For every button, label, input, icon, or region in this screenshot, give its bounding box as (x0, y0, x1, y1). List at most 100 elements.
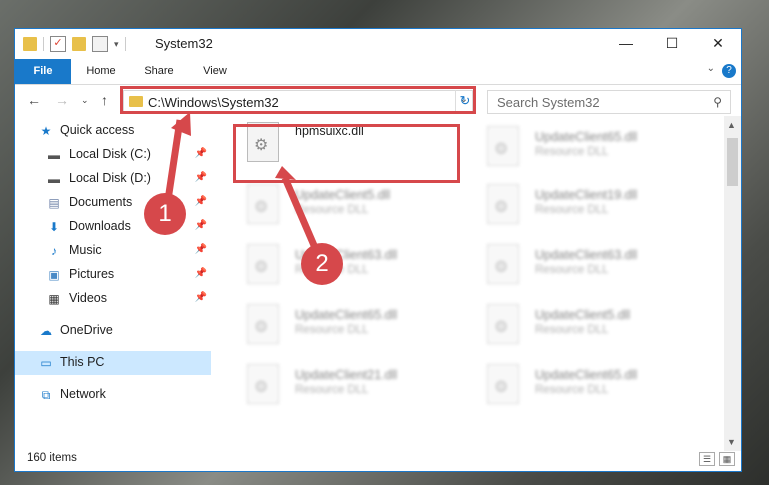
large-icons-view-icon[interactable]: ▦ (719, 452, 735, 466)
file-tile[interactable]: ⚙ UpdateClient63.dll Resource DLL (475, 234, 705, 286)
gear-icon: ⚙ (494, 141, 509, 158)
minimize-button[interactable]: — (603, 29, 649, 59)
details-view-icon[interactable]: ☰ (699, 452, 715, 466)
sidebar-item-label: OneDrive (60, 323, 113, 337)
new-folder-icon[interactable] (72, 37, 86, 51)
videos-icon: ▦ (48, 292, 60, 306)
help-icon[interactable]: ? (722, 64, 736, 78)
file-type: Resource DLL (535, 384, 609, 396)
pin-icon[interactable]: 📌 (195, 172, 207, 183)
view-toggle: ☰ ▦ (699, 452, 735, 466)
sidebar-item-quick-access[interactable]: ★ Quick access (15, 119, 211, 143)
sidebar-item-label: Downloads (69, 219, 131, 233)
scroll-thumb[interactable] (727, 138, 738, 186)
properties-check-icon[interactable]: ✓ (50, 36, 66, 52)
recent-locations-icon[interactable]: ⌄ (81, 95, 89, 106)
customize-toolbar-icon[interactable] (92, 36, 108, 52)
sidebar-item-label: This PC (60, 355, 105, 369)
dll-file-icon: ⚙ (247, 364, 279, 404)
search-placeholder: Search System32 (497, 95, 600, 110)
dll-file-icon: ⚙ (487, 304, 519, 344)
documents-icon: ▤ (48, 196, 60, 210)
up-arrow-icon[interactable]: ↑ (101, 92, 108, 108)
expand-ribbon-icon[interactable]: ⌄ (707, 63, 715, 74)
sidebar-item-label: Documents (69, 195, 133, 209)
toolbar-separator (124, 37, 126, 51)
dll-file-icon: ⚙ (247, 244, 279, 284)
pin-icon[interactable]: 📌 (195, 292, 207, 303)
file-tile[interactable]: ⚙ UpdateClient65.dll Resource DLL (235, 294, 465, 346)
tab-view[interactable]: View (191, 59, 239, 84)
tab-file[interactable]: File (15, 59, 71, 84)
search-icon[interactable]: ⚲ (713, 95, 722, 109)
address-highlight-box (120, 86, 476, 114)
forward-arrow-icon[interactable]: → (55, 92, 69, 108)
sidebar-item-local-disk-d[interactable]: ▬ Local Disk (D:) 📌 (15, 167, 211, 191)
gear-icon: ⚙ (254, 199, 269, 216)
folder-icon (23, 37, 37, 51)
dll-file-icon: ⚙ (487, 364, 519, 404)
sidebar-item-label: Pictures (69, 267, 115, 281)
pin-icon[interactable]: 📌 (195, 244, 207, 255)
gear-icon: ⚙ (254, 379, 269, 396)
pin-icon[interactable]: 📌 (195, 196, 207, 207)
file-type: Resource DLL (295, 384, 369, 396)
chevron-down-icon[interactable]: ▾ (114, 39, 119, 50)
dll-file-icon: ⚙ (247, 184, 279, 224)
sidebar-item-this-pc[interactable]: ▭ This PC (15, 351, 211, 375)
file-name: UpdateClient21.dll (295, 368, 398, 382)
dll-file-icon: ⚙ (487, 244, 519, 284)
file-tile[interactable]: ⚙ UpdateClient21.dll Resource DLL (235, 354, 465, 406)
sidebar-item-label: Local Disk (C:) (69, 147, 151, 161)
sidebar-item-pictures[interactable]: ▣ Pictures 📌 (15, 263, 211, 287)
music-icon: ♪ (51, 244, 57, 258)
file-tile[interactable]: ⚙ UpdateClient65.dll Resource DLL (475, 116, 705, 168)
step-badge-2: 2 (301, 243, 343, 285)
file-type: Resource DLL (535, 264, 609, 276)
file-type: Resource DLL (295, 204, 369, 216)
scroll-down-icon[interactable]: ▼ (727, 437, 736, 447)
file-type: Resource DLL (535, 204, 609, 216)
gear-icon: ⚙ (254, 259, 269, 276)
sidebar-item-videos[interactable]: ▦ Videos 📌 (15, 287, 211, 311)
search-input[interactable]: Search System32 ⚲ (487, 90, 731, 114)
file-name: UpdateClient5.dll (535, 308, 631, 322)
back-arrow-icon[interactable]: ← (27, 92, 41, 108)
sidebar-item-onedrive[interactable]: ☁ OneDrive (15, 319, 211, 343)
pin-icon[interactable]: 📌 (195, 220, 207, 231)
file-tile[interactable]: ⚙ UpdateClient65.dll Resource DLL (475, 354, 705, 406)
pin-icon[interactable]: 📌 (195, 148, 207, 159)
file-tile[interactable]: ⚙ UpdateClient5.dll Resource DLL (475, 294, 705, 346)
navigation-pane: ★ Quick access ▬ Local Disk (C:) 📌 ▬ Loc… (15, 116, 211, 451)
download-icon: ⬇ (48, 220, 60, 234)
dll-file-icon: ⚙ (247, 304, 279, 344)
sidebar-item-network[interactable]: ⧉ Network (15, 383, 211, 407)
sidebar-item-label: Videos (69, 291, 107, 305)
vertical-scrollbar[interactable]: ▲ ▼ (724, 116, 741, 451)
scroll-up-icon[interactable]: ▲ (727, 120, 736, 130)
step-badge-1: 1 (144, 193, 186, 235)
sidebar-item-label: Network (60, 387, 106, 401)
sidebar-item-music[interactable]: ♪ Music 📌 (15, 239, 211, 263)
file-name: UpdateClient65.dll (535, 368, 638, 382)
file-tile[interactable]: ⚙ UpdateClient19.dll Resource DLL (475, 174, 705, 226)
cloud-icon: ☁ (40, 324, 52, 338)
file-tile[interactable]: ⚙ UpdateClient63.dll Resource DLL (235, 234, 465, 286)
maximize-button[interactable]: ☐ (649, 29, 695, 59)
pin-icon[interactable]: 📌 (195, 268, 207, 279)
item-count: 160 items (27, 452, 77, 464)
file-name: UpdateClient19.dll (535, 188, 638, 202)
file-name: UpdateClient65.dll (535, 130, 638, 144)
file-name: UpdateClient65.dll (295, 308, 398, 322)
gear-icon: ⚙ (494, 379, 509, 396)
gear-icon: ⚙ (494, 259, 509, 276)
file-type: Resource DLL (295, 324, 369, 336)
sidebar-item-local-disk-c[interactable]: ▬ Local Disk (C:) 📌 (15, 143, 211, 167)
tab-share[interactable]: Share (135, 59, 183, 84)
file-highlight-box (233, 124, 460, 183)
tab-home[interactable]: Home (77, 59, 125, 84)
drive-icon: ▬ (48, 148, 60, 162)
sidebar-item-label: Music (69, 243, 102, 257)
ribbon: File Home Share View ⌄ ? (15, 59, 741, 85)
close-button[interactable]: ✕ (695, 29, 741, 59)
